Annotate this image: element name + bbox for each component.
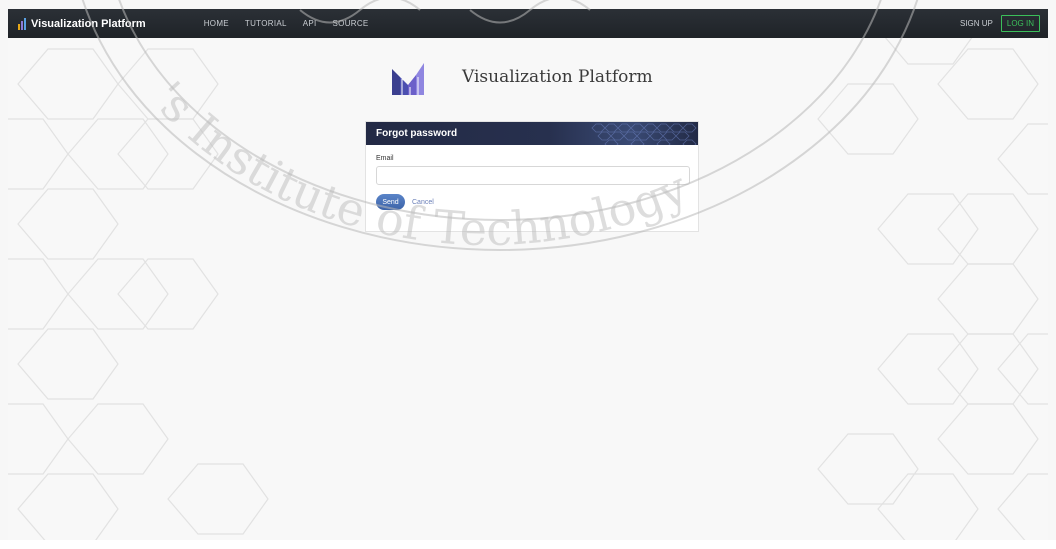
send-button[interactable]: Send bbox=[376, 194, 405, 210]
nav-links: HOME TUTORIAL API SOURCE bbox=[204, 19, 369, 28]
forgot-password-card: Forgot password Email Send Cancel bbox=[365, 121, 699, 232]
bar-chart-icon bbox=[18, 17, 26, 30]
card-body: Email Send Cancel bbox=[366, 145, 698, 210]
nav-link-source[interactable]: SOURCE bbox=[333, 19, 369, 28]
login-button[interactable]: LOG IN bbox=[1000, 15, 1040, 32]
form-actions: Send Cancel bbox=[376, 194, 688, 210]
bottom-strip bbox=[0, 540, 1056, 549]
hex-pattern-decoration bbox=[591, 123, 697, 145]
email-field[interactable] bbox=[376, 166, 690, 185]
nav-link-tutorial[interactable]: TUTORIAL bbox=[245, 19, 287, 28]
nav-auth: SIGN UP LOG IN bbox=[960, 15, 1040, 32]
platform-logo-icon bbox=[392, 63, 424, 95]
cancel-link[interactable]: Cancel bbox=[412, 199, 434, 206]
nav-link-home[interactable]: HOME bbox=[204, 19, 229, 28]
brand-link[interactable]: Visualization Platform bbox=[18, 17, 146, 30]
top-navbar: Visualization Platform HOME TUTORIAL API… bbox=[8, 9, 1048, 38]
logo-title: Visualization Platform bbox=[462, 67, 653, 87]
app-frame: Visualization Platform HOME TUTORIAL API… bbox=[8, 9, 1048, 540]
card-title: Forgot password bbox=[376, 128, 458, 139]
email-label: Email bbox=[376, 155, 394, 162]
nav-link-api[interactable]: API bbox=[303, 19, 317, 28]
brand-name: Visualization Platform bbox=[31, 17, 146, 30]
logo-heading: Visualization Platform bbox=[390, 57, 653, 97]
signup-link[interactable]: SIGN UP bbox=[960, 19, 993, 28]
card-header: Forgot password bbox=[366, 122, 698, 145]
